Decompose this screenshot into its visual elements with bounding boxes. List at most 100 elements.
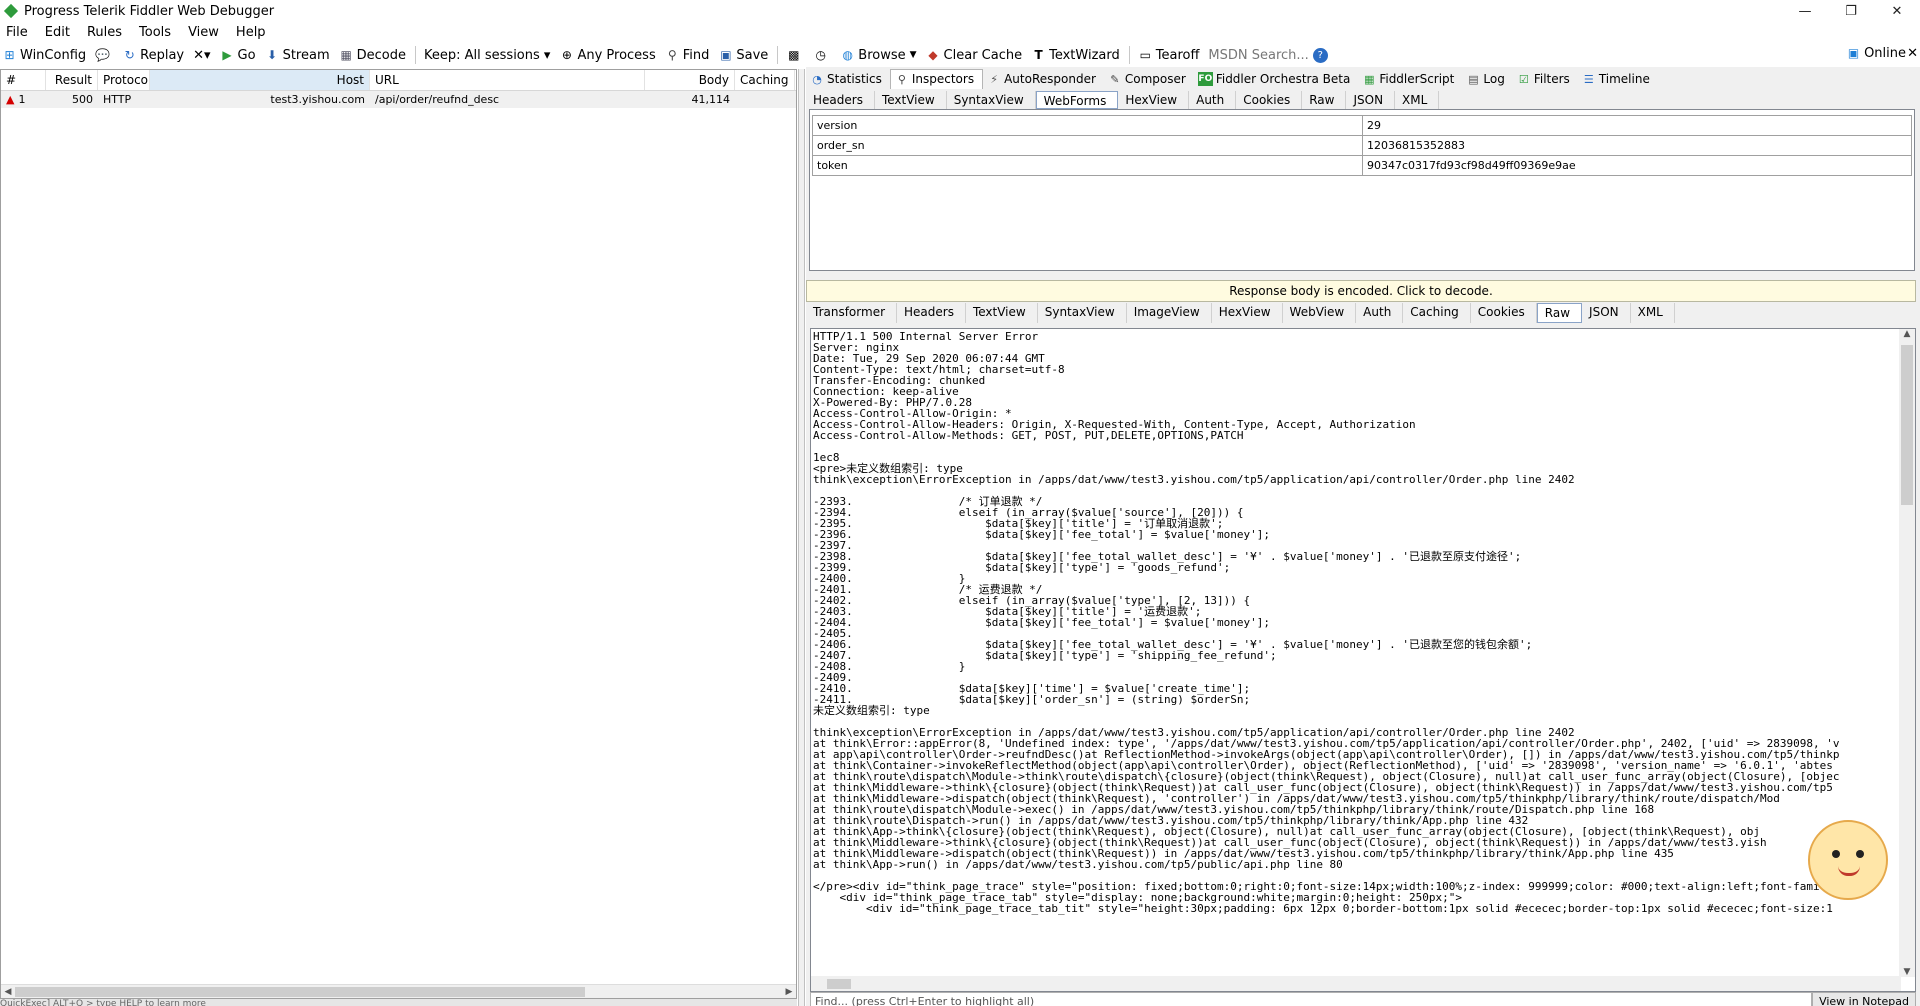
view-in-notepad-button[interactable]: View in Notepad (1812, 992, 1916, 1006)
screenshot-button[interactable]: ▩ (786, 48, 804, 63)
pane-splitter[interactable] (798, 69, 805, 1006)
req-tab-raw[interactable]: Raw (1302, 91, 1347, 109)
tab-statistics[interactable]: ◔ Statistics (806, 70, 890, 89)
scrollbar-thumb[interactable] (827, 979, 851, 989)
quickexec-bar[interactable]: QuickExec] ALT+Q > type HELP to learn mo… (0, 999, 797, 1006)
stream-button[interactable]: ⬇ Stream (265, 48, 330, 63)
resp-tab-cookies[interactable]: Cookies (1471, 303, 1537, 323)
resp-tab-hexview[interactable]: HexView (1212, 303, 1283, 323)
column-header-url[interactable]: URL (370, 70, 645, 90)
tab-filters[interactable]: ☑ Filters (1513, 70, 1578, 89)
session-list[interactable]: # Result Protocol Host URL Body Caching … (0, 69, 797, 999)
raw-vscrollbar[interactable]: ▲ ▼ (1899, 329, 1915, 977)
go-button[interactable]: ▶ Go (220, 48, 255, 63)
req-tab-auth[interactable]: Auth (1189, 91, 1237, 109)
any-process-button[interactable]: ⊕ Any Process (559, 48, 656, 63)
tearoff-button[interactable]: ▭ Tearoff (1138, 48, 1200, 63)
req-tab-xml[interactable]: XML (1395, 91, 1440, 109)
resp-tab-json[interactable]: JSON (1582, 303, 1631, 323)
tab-log[interactable]: ▤ Log (1462, 70, 1512, 89)
req-tab-json[interactable]: JSON (1346, 91, 1396, 109)
resp-tab-textview[interactable]: TextView (966, 303, 1038, 323)
tab-timeline[interactable]: ☰ Timeline (1578, 70, 1658, 89)
raw-response-text[interactable]: HTTP/1.1 500 Internal Server Error Server… (813, 331, 1899, 977)
timer-button[interactable]: ◷ (813, 48, 831, 63)
tab-fiddlerscript[interactable]: ▦ FiddlerScript (1358, 70, 1462, 89)
textwizard-button[interactable]: T TextWizard (1031, 48, 1120, 63)
menu-help[interactable]: Help (236, 25, 266, 40)
scroll-up-arrow-icon[interactable]: ▲ (1899, 329, 1915, 339)
raw-line: -2404. $data[$key]['fee_total'] = $value… (813, 616, 1270, 629)
menu-view[interactable]: View (188, 25, 219, 40)
tab-fiddler-orchestra[interactable]: FO Fiddler Orchestra Beta (1194, 70, 1359, 89)
msdn-search-input[interactable]: MSDN Search... ? (1208, 47, 1330, 63)
remove-button[interactable]: ✕▾ (193, 48, 210, 63)
column-header-caching[interactable]: Caching (735, 70, 795, 90)
column-header-protocol[interactable]: Protocol (98, 70, 150, 90)
find-button[interactable]: ⚲ Find (665, 48, 710, 63)
raw-line: 1ec8 (813, 451, 840, 464)
req-tab-hexview[interactable]: HexView (1118, 91, 1190, 109)
comment-button[interactable]: 💬 (95, 48, 113, 63)
scroll-right-arrow-icon[interactable]: ▶ (782, 985, 796, 999)
menu-file[interactable]: File (6, 25, 28, 40)
session-row[interactable]: ▲ 1 500 HTTP test3.yishou.com /api/order/… (1, 91, 796, 108)
resp-tab-webview[interactable]: WebView (1283, 303, 1357, 323)
menu-bar: File Edit Rules Tools View Help (0, 22, 1920, 42)
req-tab-headers[interactable]: Headers (806, 91, 875, 109)
scrollbar-thumb[interactable] (15, 987, 585, 997)
minimize-button[interactable]: — (1782, 0, 1828, 22)
req-tab-syntaxview[interactable]: SyntaxView (947, 91, 1036, 109)
req-tab-webforms[interactable]: WebForms (1035, 91, 1119, 109)
resp-tab-imageview[interactable]: ImageView (1127, 303, 1212, 323)
resp-tab-transformer[interactable]: Transformer (806, 303, 898, 323)
save-button[interactable]: ▣ Save (718, 48, 768, 63)
decode-notice-bar[interactable]: Response body is encoded. Click to decod… (806, 280, 1916, 302)
toolbar-separator (414, 46, 416, 64)
menu-rules[interactable]: Rules (87, 25, 122, 40)
replay-button[interactable]: ↻ Replay (122, 48, 185, 63)
tab-autoresponder[interactable]: ⚡ AutoResponder (983, 70, 1104, 89)
session-caching (735, 91, 795, 108)
resp-tab-headers[interactable]: Headers (897, 303, 966, 323)
maximize-button[interactable]: ❐ (1828, 0, 1874, 22)
find-input[interactable]: Find... (press Ctrl+Enter to highlight a… (810, 992, 1812, 1006)
clear-cache-button[interactable]: ◆ Clear Cache (926, 48, 1022, 63)
keep-sessions-dropdown[interactable]: Keep: All sessions ▾ (424, 48, 550, 63)
column-header-host[interactable]: Host (150, 70, 370, 90)
resp-tab-auth[interactable]: Auth (1356, 303, 1404, 323)
scroll-left-arrow-icon[interactable]: ◀ (1, 985, 15, 999)
column-header-result[interactable]: Result (46, 70, 98, 90)
menu-tools[interactable]: Tools (139, 25, 171, 40)
resp-tab-syntaxview[interactable]: SyntaxView (1038, 303, 1127, 323)
column-header-number[interactable]: # (1, 70, 46, 90)
browse-button[interactable]: ◍ Browse ▼ (840, 48, 917, 63)
scroll-down-arrow-icon[interactable]: ▼ (1899, 967, 1915, 977)
scrollbar-thumb[interactable] (1901, 345, 1913, 505)
raw-response-view[interactable]: HTTP/1.1 500 Internal Server Error Server… (810, 328, 1916, 992)
request-inspector-tabs: Headers TextView SyntaxView WebForms Hex… (806, 91, 1440, 109)
resp-tab-raw[interactable]: Raw (1536, 303, 1583, 323)
resp-tab-caching[interactable]: Caching (1403, 303, 1471, 323)
req-tab-cookies[interactable]: Cookies (1236, 91, 1303, 109)
req-tab-textview[interactable]: TextView (875, 91, 947, 109)
raw-line: 未定义数组索引: type (813, 704, 930, 717)
session-list-hscrollbar[interactable]: ◀ ▶ (1, 984, 796, 998)
online-indicator[interactable]: ▣ Online (1846, 46, 1906, 61)
winconfig-button[interactable]: ⊞ WinConfig (2, 48, 86, 63)
tearoff-icon: ▭ (1139, 47, 1151, 62)
close-button[interactable]: ✕ (1874, 0, 1920, 22)
menu-edit[interactable]: Edit (45, 25, 70, 40)
decode-button[interactable]: ▦ Decode (339, 48, 406, 63)
raw-hscrollbar[interactable] (811, 976, 1901, 991)
tab-inspectors[interactable]: ⚲ Inspectors (889, 69, 984, 89)
table-row[interactable]: token 90347c0317fd93cf98d49ff09369e9ae (812, 155, 1912, 176)
column-header-body[interactable]: Body (645, 70, 735, 90)
resp-tab-xml[interactable]: XML (1631, 303, 1675, 323)
warning-icon: ▲ (6, 93, 15, 106)
statistics-icon: ◔ (812, 73, 822, 86)
table-row[interactable]: order_sn 12036815352883 (812, 135, 1912, 156)
tab-composer[interactable]: ✎ Composer (1104, 70, 1194, 89)
toolbar-close-icon[interactable]: ✕ (1907, 46, 1918, 61)
table-row[interactable]: version 29 (812, 115, 1912, 136)
